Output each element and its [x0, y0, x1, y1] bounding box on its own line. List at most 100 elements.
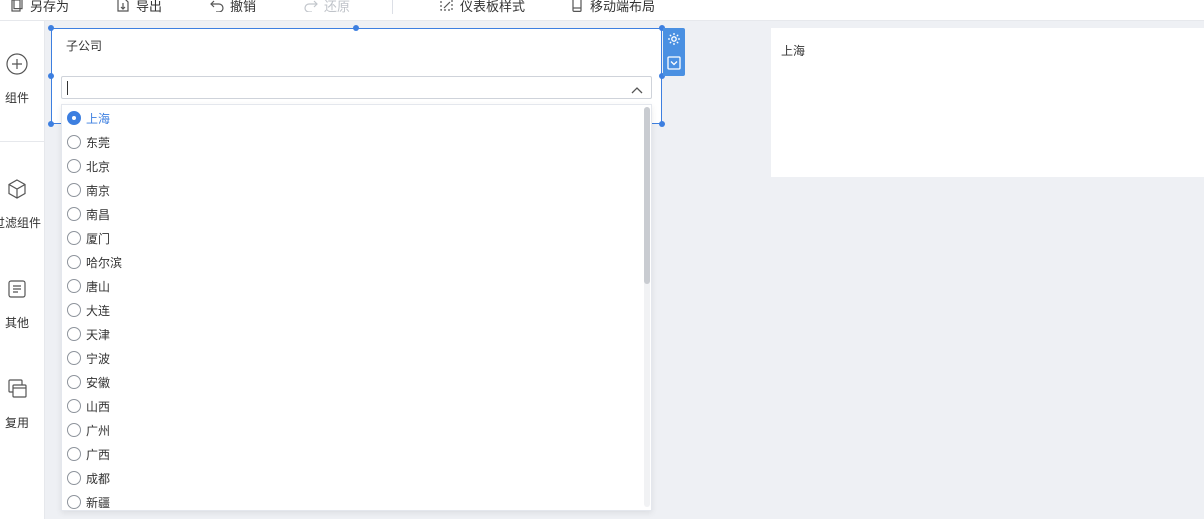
radio-icon[interactable] — [67, 159, 81, 173]
radio-icon[interactable] — [67, 351, 81, 365]
option-label: 广州 — [86, 423, 111, 438]
undo-label: 撤销 — [230, 0, 257, 15]
sidebar-item-label: 过滤组件 — [0, 216, 41, 230]
list-item[interactable]: 宁波 — [67, 348, 110, 368]
option-label: 南昌 — [86, 207, 111, 222]
list-item[interactable]: 唐山 — [67, 276, 110, 296]
option-label: 成都 — [86, 471, 111, 486]
resize-handle[interactable] — [48, 121, 54, 127]
radio-icon[interactable] — [67, 375, 81, 389]
widget-actions — [663, 28, 685, 76]
sidebar-item-label: 其他 — [4, 316, 29, 330]
radio-icon[interactable] — [67, 255, 81, 269]
city-dropdown-list: 上海 东莞 北京 南京 南昌 厦门 哈尔滨 唐山 大连 天津 宁波 安徽 山西 … — [61, 104, 652, 511]
sidebar-item-filter-components[interactable]: 过滤组件 — [0, 178, 44, 231]
undo-button[interactable]: 撤销 — [210, 0, 257, 15]
sidebar-item-components[interactable]: 组件 — [0, 53, 44, 106]
document-icon — [6, 278, 28, 300]
add-circle-icon — [6, 53, 28, 75]
sidebar-item-other[interactable]: 其他 — [0, 278, 44, 331]
option-label: 广西 — [86, 447, 111, 462]
save-as-label: 另存为 — [30, 0, 70, 15]
option-label: 南京 — [86, 183, 111, 198]
gear-icon — [667, 32, 681, 49]
list-item[interactable]: 广西 — [67, 444, 110, 464]
radio-icon[interactable] — [67, 423, 81, 437]
resize-handle[interactable] — [659, 121, 665, 127]
radio-checked-icon[interactable] — [67, 111, 81, 125]
mobile-layout-label: 移动端布局 — [590, 0, 656, 15]
list-item[interactable]: 哈尔滨 — [67, 252, 122, 272]
card-text: 上海 — [781, 44, 806, 58]
undo-icon — [210, 0, 224, 12]
radio-icon[interactable] — [67, 207, 81, 221]
settings-button[interactable] — [663, 28, 685, 52]
redo-label: 还原 — [324, 0, 351, 15]
list-item[interactable]: 天津 — [67, 324, 110, 344]
sidebar-item-reuse[interactable]: 复用 — [0, 378, 44, 431]
list-item[interactable]: 北京 — [67, 156, 110, 176]
list-item[interactable]: 南京 — [67, 180, 110, 200]
list-item[interactable]: 上海 — [67, 108, 110, 128]
list-item[interactable]: 广州 — [67, 420, 110, 440]
dashboard-style-icon — [440, 0, 454, 12]
list-item[interactable]: 南昌 — [67, 204, 110, 224]
list-item[interactable]: 东莞 — [67, 132, 110, 152]
radio-icon[interactable] — [67, 135, 81, 149]
dropdown-scrollbar[interactable] — [644, 107, 650, 507]
radio-icon[interactable] — [67, 279, 81, 293]
resize-handle[interactable] — [353, 25, 359, 31]
option-label: 安徽 — [86, 375, 111, 390]
chevron-up-icon[interactable] — [631, 83, 643, 97]
redo-icon — [304, 0, 318, 12]
text-card[interactable]: 上海 — [771, 28, 1204, 177]
radio-icon[interactable] — [67, 303, 81, 317]
resize-handle[interactable] — [48, 73, 54, 79]
option-label: 宁波 — [86, 351, 111, 366]
radio-icon[interactable] — [67, 327, 81, 341]
city-select-input[interactable] — [61, 76, 652, 99]
text-cursor — [67, 81, 68, 95]
option-label: 东莞 — [86, 135, 111, 150]
option-label: 唐山 — [86, 279, 111, 294]
radio-icon[interactable] — [67, 471, 81, 485]
resize-handle[interactable] — [48, 25, 54, 31]
option-label: 北京 — [86, 159, 111, 174]
collapse-button[interactable] — [663, 52, 685, 76]
export-icon — [116, 0, 130, 12]
option-label: 上海 — [86, 111, 111, 126]
option-label: 哈尔滨 — [86, 255, 123, 270]
option-label: 新疆 — [86, 495, 111, 510]
list-item[interactable]: 成都 — [67, 468, 110, 488]
cube-icon — [6, 178, 28, 200]
save-as-button[interactable]: 另存为 — [10, 0, 70, 15]
top-toolbar: 另存为 导出 撤销 还原 仪表板样式 移动端布局 — [0, 0, 1204, 21]
option-label: 大连 — [86, 303, 111, 318]
radio-icon[interactable] — [67, 231, 81, 245]
option-label: 厦门 — [86, 231, 111, 246]
save-as-icon — [10, 0, 24, 12]
redo-button[interactable]: 还原 — [304, 0, 351, 15]
scrollbar-thumb[interactable] — [644, 107, 650, 284]
toolbar-divider — [392, 0, 393, 14]
list-item[interactable]: 安徽 — [67, 372, 110, 392]
list-item[interactable]: 新疆 — [67, 492, 111, 510]
list-item[interactable]: 厦门 — [67, 228, 110, 248]
sidebar-item-label: 组件 — [4, 91, 29, 105]
list-item[interactable]: 大连 — [67, 300, 110, 320]
option-label: 天津 — [86, 327, 111, 342]
dashboard-style-button[interactable]: 仪表板样式 — [440, 0, 525, 15]
left-sidebar: 组件 过滤组件 其他 复用 — [0, 21, 45, 519]
export-label: 导出 — [136, 0, 163, 15]
widget-title: 子公司 — [66, 39, 103, 53]
radio-icon[interactable] — [67, 447, 81, 461]
sidebar-item-label: 复用 — [4, 416, 29, 430]
copy-window-icon — [6, 378, 28, 400]
list-item[interactable]: 山西 — [67, 396, 110, 416]
radio-icon[interactable] — [67, 183, 81, 197]
radio-icon[interactable] — [67, 399, 81, 413]
export-button[interactable]: 导出 — [116, 0, 163, 15]
mobile-layout-button[interactable]: 移动端布局 — [570, 0, 656, 15]
mobile-layout-icon — [570, 0, 584, 12]
radio-icon[interactable] — [67, 495, 81, 509]
